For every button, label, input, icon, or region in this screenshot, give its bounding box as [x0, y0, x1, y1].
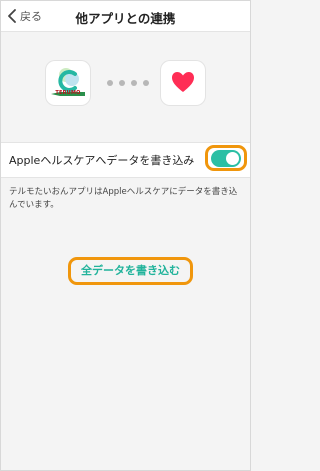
screen: 戻る 他アプリとの連携 TERUMO Appleヘルスケアへデータを書き込み テ… [0, 0, 251, 471]
apple-health-app-icon [161, 61, 205, 105]
connection-dot [119, 80, 125, 86]
page-title: 他アプリとの連携 [75, 11, 176, 26]
terumo-wordmark: TERUMO [55, 90, 81, 96]
write-all-data-button[interactable]: 全データを書き込む [73, 262, 188, 280]
sync-description: テルモたいおんアプリはAppleヘルスケアにデータを書き込んでいます。 [9, 187, 238, 210]
connection-dot [143, 80, 149, 86]
toggle-knob [226, 152, 239, 165]
connection-dot [131, 80, 137, 86]
heart-icon [172, 72, 194, 92]
healthkit-sync-toggle[interactable] [211, 150, 241, 167]
healthkit-sync-label: Appleヘルスケアへデータを書き込み [9, 154, 195, 167]
navigation-bar: 戻る 他アプリとの連携 [1, 1, 250, 32]
app-connection-graphic: TERUMO [1, 61, 250, 111]
terumo-app-icon: TERUMO [46, 61, 90, 105]
connection-dot [107, 80, 113, 86]
connection-dots [107, 80, 149, 86]
terumo-logo-icon [51, 68, 85, 96]
